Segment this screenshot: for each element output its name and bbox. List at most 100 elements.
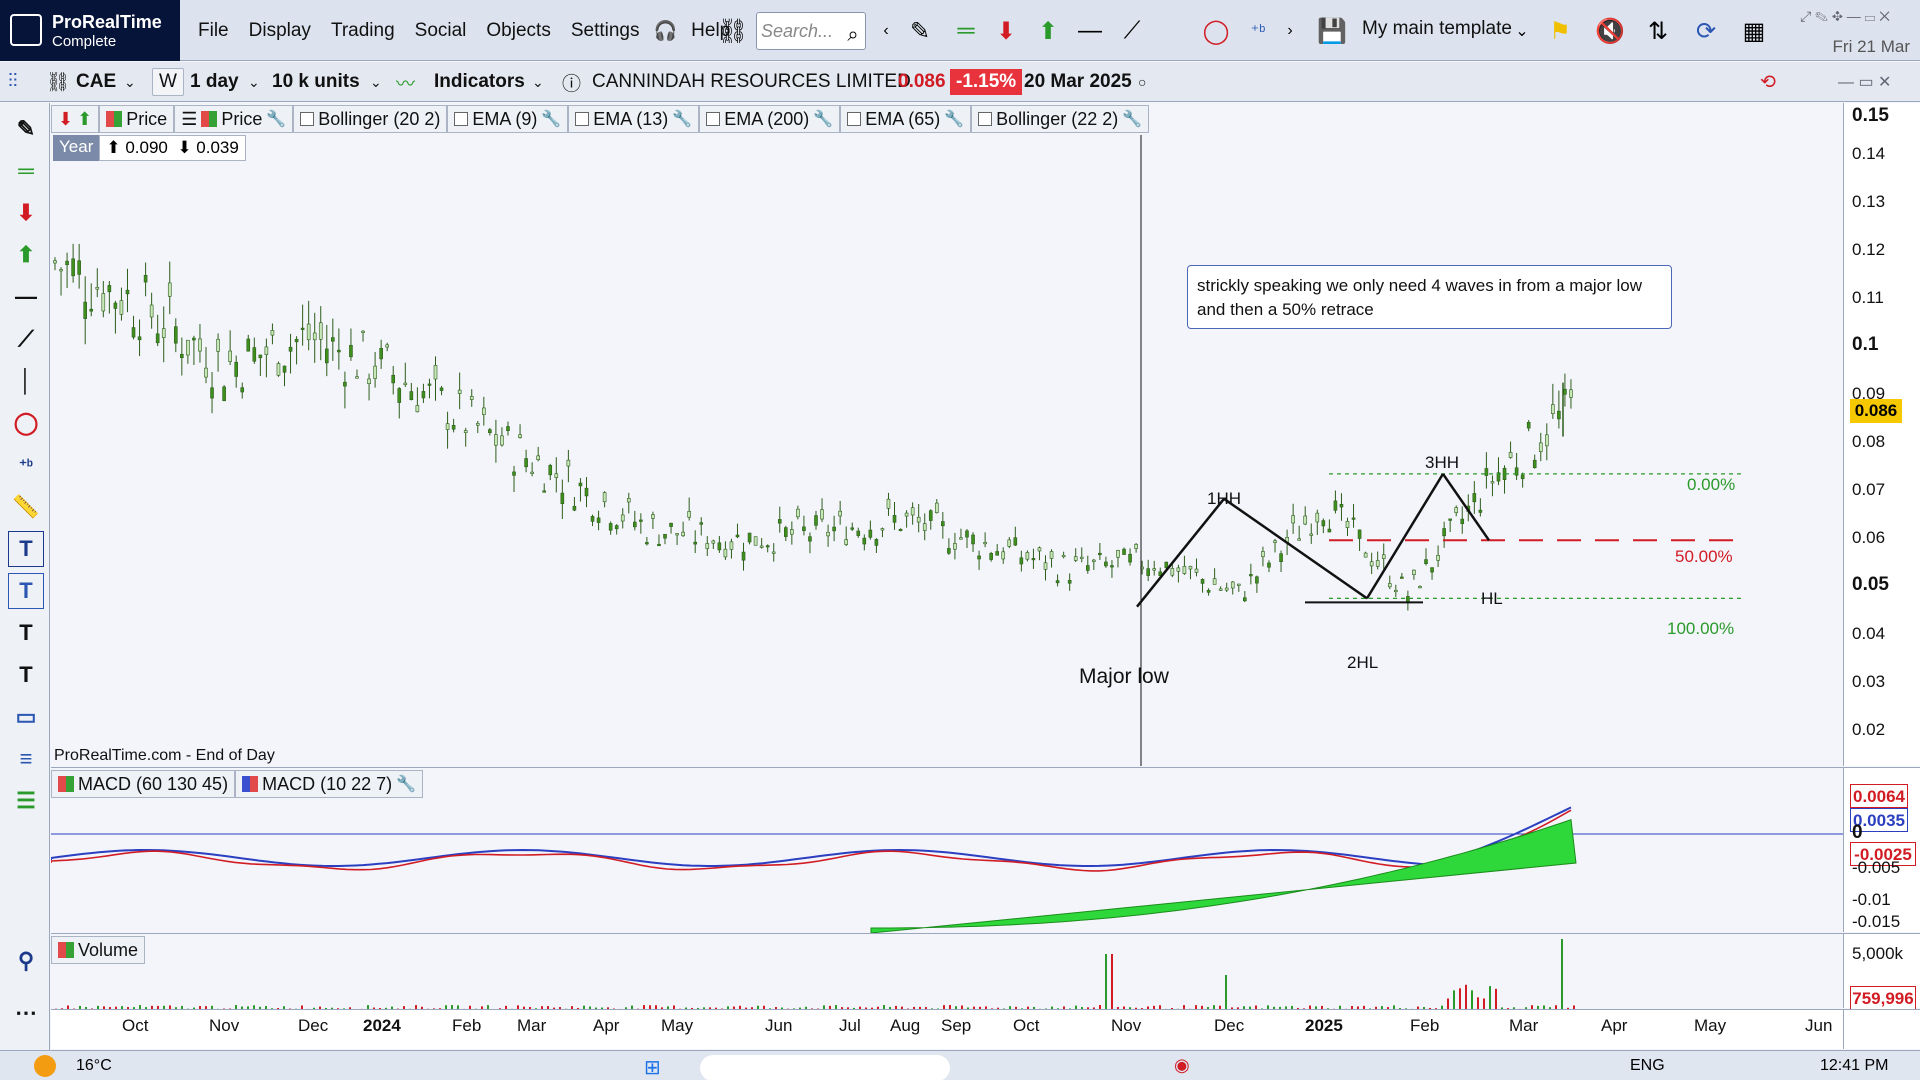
price-pane[interactable]: ⬇ ⬆ Price ☰ Price 🔧 Bollinger (20 2) EMA (9… xyxy=(51,103,1843,766)
save-icon[interactable]: 💾 xyxy=(1312,12,1352,50)
menu-settings[interactable]: Settings xyxy=(561,20,650,42)
weather-icon[interactable] xyxy=(34,1055,56,1077)
wave-lines[interactable] xyxy=(1136,382,1564,608)
buy-arrow-icon[interactable]: ⬆ xyxy=(1030,12,1066,50)
candle xyxy=(53,260,57,264)
price-axis[interactable]: 0.15 0.14 0.13 0.12 0.11 0.1 0.09 0.08 0… xyxy=(1843,103,1920,766)
candle xyxy=(494,434,498,446)
channel-icon[interactable]: ☰ xyxy=(8,783,44,819)
chevron-down-icon[interactable]: ⌄ xyxy=(532,68,544,96)
wave-2hl-label[interactable]: 2HL xyxy=(1347,653,1378,673)
candle xyxy=(602,492,607,503)
candle xyxy=(657,543,661,547)
w-button[interactable]: W xyxy=(152,68,184,96)
horizontal-line-f-icon[interactable]: ═ xyxy=(946,12,986,50)
search-icon[interactable]: ⌕ xyxy=(842,16,864,54)
candle xyxy=(711,540,716,544)
menu-file[interactable]: File xyxy=(188,20,239,42)
windows-start-icon[interactable]: ⊞ xyxy=(644,1055,661,1080)
major-low-label[interactable]: Major low xyxy=(1079,665,1169,689)
link-icon[interactable]: ⛓ xyxy=(718,12,748,50)
window-controls[interactable]: ⤢ ✎ ✥ — ▭ ✕ xyxy=(1780,4,1910,28)
vertical-line-icon[interactable]: │ xyxy=(8,363,44,399)
chevron-down-icon[interactable]: ⌄ xyxy=(370,68,382,96)
horizontal-line-icon[interactable]: — xyxy=(8,279,44,315)
units-select[interactable]: 10 k units xyxy=(272,68,360,96)
wave-labels-icon[interactable]: ⁺ᵇ xyxy=(8,447,44,483)
volume-chart[interactable] xyxy=(51,934,1843,1009)
menu-trading[interactable]: Trading xyxy=(321,20,405,42)
wave-hl-label[interactable]: HL xyxy=(1481,589,1503,609)
calculator-icon[interactable]: ▦ xyxy=(1734,12,1774,50)
trendline-icon[interactable]: ⟋ xyxy=(8,321,44,357)
chevron-down-icon[interactable]: ⌄ xyxy=(124,68,136,96)
time-axis[interactable]: Oct Nov Dec 2024 Feb Mar Apr May Jun Jul… xyxy=(51,1009,1843,1049)
sell-arrow-icon[interactable]: ⬇ xyxy=(8,195,44,231)
horizontal-line-icon[interactable]: — xyxy=(1068,12,1112,50)
candle xyxy=(1448,518,1452,521)
menu-social[interactable]: Social xyxy=(405,20,477,42)
trendline-icon[interactable]: ⟋ xyxy=(1114,12,1150,50)
text-box-icon[interactable]: T xyxy=(8,531,44,567)
text-label-icon[interactable]: T xyxy=(8,573,44,609)
wave-labels-icon[interactable]: ⁺ᵇ xyxy=(1238,12,1278,50)
scroll-left-icon[interactable]: ‹ xyxy=(876,12,896,50)
scroll-right-icon[interactable]: › xyxy=(1282,12,1298,50)
volume-pane[interactable]: Volume xyxy=(51,933,1843,1009)
sync-icon[interactable]: ⟳ xyxy=(1686,12,1726,50)
link-icon[interactable]: ⛓ xyxy=(46,68,70,96)
candle xyxy=(947,548,951,554)
wave-1hh-label[interactable]: 1HH xyxy=(1207,489,1241,509)
horizontal-line-f-icon[interactable]: ═ xyxy=(8,153,44,189)
ellipse-icon[interactable]: ◯ xyxy=(1196,12,1236,50)
x-tick: Mar xyxy=(1509,1016,1539,1035)
sound-off-icon[interactable]: 🔇 xyxy=(1590,12,1630,50)
pencil-icon[interactable]: ✎ xyxy=(8,111,44,147)
wave-3hh-label[interactable]: 3HH xyxy=(1425,453,1459,473)
ellipse-icon[interactable]: ◯ xyxy=(8,405,44,441)
more-icon[interactable]: ⋯ xyxy=(8,995,44,1031)
buy-arrow-icon[interactable]: ⬆ xyxy=(8,237,44,273)
top-menu-bar: ProRealTime Complete File Display Tradin… xyxy=(0,0,1920,61)
indicators-icon[interactable]: 〰 xyxy=(396,68,415,96)
flag-icon[interactable]: ⚑ xyxy=(1540,12,1580,50)
sell-arrow-icon[interactable]: ⬇ xyxy=(988,12,1024,50)
candle xyxy=(343,381,347,387)
headset-icon[interactable]: 🎧 xyxy=(649,19,681,43)
menu-objects[interactable]: Objects xyxy=(476,20,560,42)
menu-display[interactable]: Display xyxy=(239,20,321,42)
macd-chart[interactable] xyxy=(51,768,1843,933)
alerts-icon[interactable]: ⇅ xyxy=(1638,12,1678,50)
pencil-icon[interactable]: ✎ xyxy=(900,12,940,50)
zoom-icon[interactable]: ⚲ xyxy=(8,943,44,979)
candle xyxy=(1363,552,1368,558)
pane-window-controls[interactable]: — ▭ ✕ xyxy=(1838,68,1891,96)
macd-pane[interactable]: MACD (60 130 45) MACD (10 22 7) 🔧 xyxy=(51,767,1843,933)
rectangle-icon[interactable]: ▭ xyxy=(8,699,44,735)
text-alt-icon[interactable]: T xyxy=(8,657,44,693)
weather-temp[interactable]: 16°C xyxy=(76,1057,112,1075)
ticker-select[interactable]: CAE xyxy=(76,68,116,96)
candle xyxy=(850,527,855,530)
chevron-down-icon[interactable]: ⌄ xyxy=(1510,12,1534,50)
chrome-icon[interactable]: ◉ xyxy=(1174,1055,1190,1076)
template-select[interactable]: My main template xyxy=(1362,18,1512,40)
timeframe-select[interactable]: 1 day xyxy=(190,68,239,96)
chart-type-icon[interactable]: ⫶⫶ xyxy=(8,68,18,96)
annotation-note[interactable]: strickly speaking we only need 4 waves i… xyxy=(1187,265,1672,329)
info-icon[interactable]: ⓘ xyxy=(562,68,581,96)
refresh-icon[interactable]: ⟲ xyxy=(1760,68,1776,96)
price-chart[interactable] xyxy=(51,103,1843,766)
chevron-down-icon[interactable]: ⌄ xyxy=(248,68,260,96)
indicators-button[interactable]: Indicators xyxy=(434,68,525,96)
fibonacci-retracement[interactable] xyxy=(1329,473,1741,599)
volume-bar xyxy=(1105,954,1107,1009)
fibonacci-icon[interactable]: ≡ xyxy=(8,741,44,777)
taskbar-search[interactable] xyxy=(700,1055,950,1080)
candle xyxy=(1116,549,1120,558)
candle xyxy=(747,532,752,543)
language-indicator[interactable]: ENG xyxy=(1630,1057,1665,1075)
clock[interactable]: 12:41 PM xyxy=(1820,1057,1888,1075)
ruler-icon[interactable]: 📏 xyxy=(8,489,44,525)
text-icon[interactable]: T xyxy=(8,615,44,651)
